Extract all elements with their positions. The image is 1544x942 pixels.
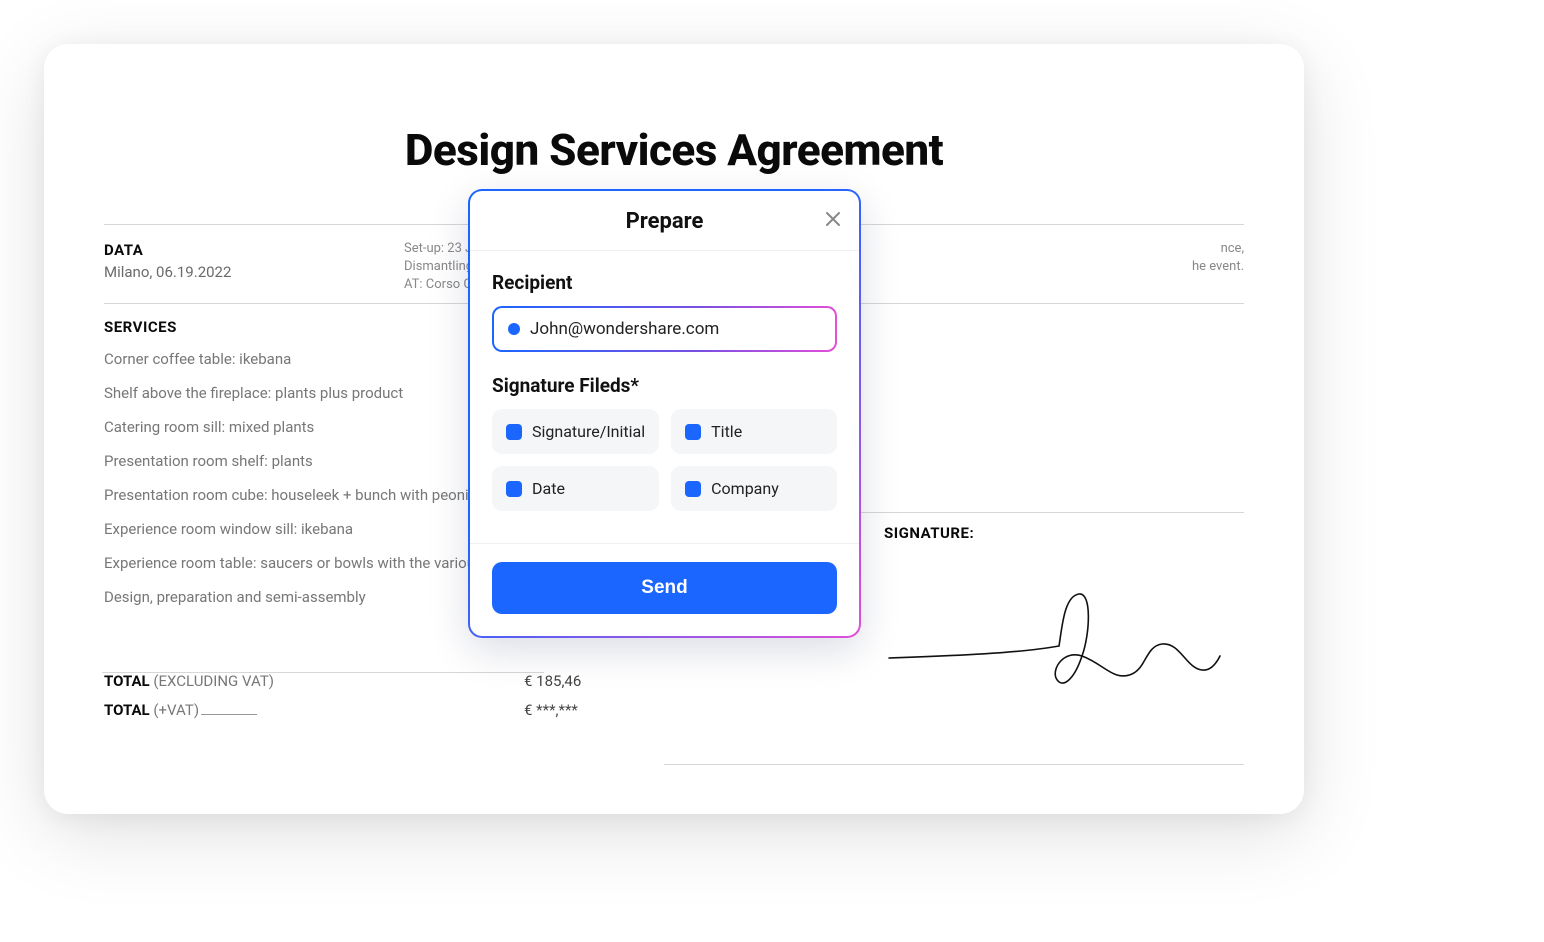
chip-label: Date bbox=[532, 479, 565, 498]
chip-date[interactable]: Date bbox=[492, 466, 659, 511]
recipient-dot-icon bbox=[508, 323, 520, 335]
total-label-bold-2: TOTAL bbox=[104, 701, 150, 719]
total-underline bbox=[201, 700, 257, 715]
chip-label: Title bbox=[711, 422, 742, 441]
modal-title: Prepare bbox=[470, 209, 859, 234]
modal-inner: Prepare Recipient Signature Fileds* Sign… bbox=[470, 191, 859, 636]
data-value: Milano, 06.19.2022 bbox=[104, 263, 404, 281]
signature-fields-grid: Signature/Initial Title Date Company bbox=[492, 409, 837, 511]
right-meta-1: nce, bbox=[894, 241, 1244, 256]
total-label-rest-2: (+VAT) bbox=[150, 701, 199, 719]
checkbox-icon bbox=[685, 424, 701, 440]
checkbox-icon bbox=[685, 481, 701, 497]
recipient-label: Recipient bbox=[492, 271, 837, 294]
chip-signature-initial[interactable]: Signature/Initial bbox=[492, 409, 659, 454]
signature-fields-label: Signature Fileds* bbox=[492, 374, 837, 397]
total-value-incl: € ***,*** bbox=[524, 701, 578, 719]
chip-label: Signature/Initial bbox=[532, 422, 645, 441]
recipient-input-inner[interactable] bbox=[494, 308, 835, 350]
total-incl-vat: TOTAL (+VAT) € ***,*** bbox=[104, 700, 1244, 719]
total-label-bold: TOTAL bbox=[104, 672, 150, 690]
divider bbox=[664, 764, 1244, 765]
prepare-modal: Prepare Recipient Signature Fileds* Sign… bbox=[468, 189, 861, 638]
checkbox-icon bbox=[506, 424, 522, 440]
chip-label: Company bbox=[711, 479, 779, 498]
recipient-input-wrapper bbox=[492, 306, 837, 352]
recipient-input[interactable] bbox=[530, 319, 821, 339]
close-button[interactable] bbox=[821, 207, 845, 231]
signature-label: SIGNATURE: bbox=[884, 524, 1224, 542]
send-button[interactable]: Send bbox=[492, 562, 837, 614]
document-title: Design Services Agreement bbox=[44, 124, 1304, 176]
right-meta-2: he event. bbox=[894, 259, 1244, 274]
checkbox-icon bbox=[506, 481, 522, 497]
modal-footer: Send bbox=[470, 543, 859, 636]
chip-company[interactable]: Company bbox=[671, 466, 837, 511]
chip-title[interactable]: Title bbox=[671, 409, 837, 454]
modal-header: Prepare bbox=[470, 191, 859, 251]
modal-body: Recipient Signature Fileds* Signature/In… bbox=[470, 251, 859, 543]
close-icon bbox=[825, 211, 841, 227]
total-value-excl: € 185,46 bbox=[524, 672, 581, 690]
signature-area: SIGNATURE: bbox=[884, 524, 1224, 702]
total-label-rest: (EXCLUDING VAT) bbox=[150, 672, 274, 690]
divider bbox=[102, 672, 544, 673]
signature-icon bbox=[884, 578, 1224, 698]
data-label: DATA bbox=[104, 241, 404, 259]
data-column: DATA Milano, 06.19.2022 bbox=[104, 241, 404, 295]
